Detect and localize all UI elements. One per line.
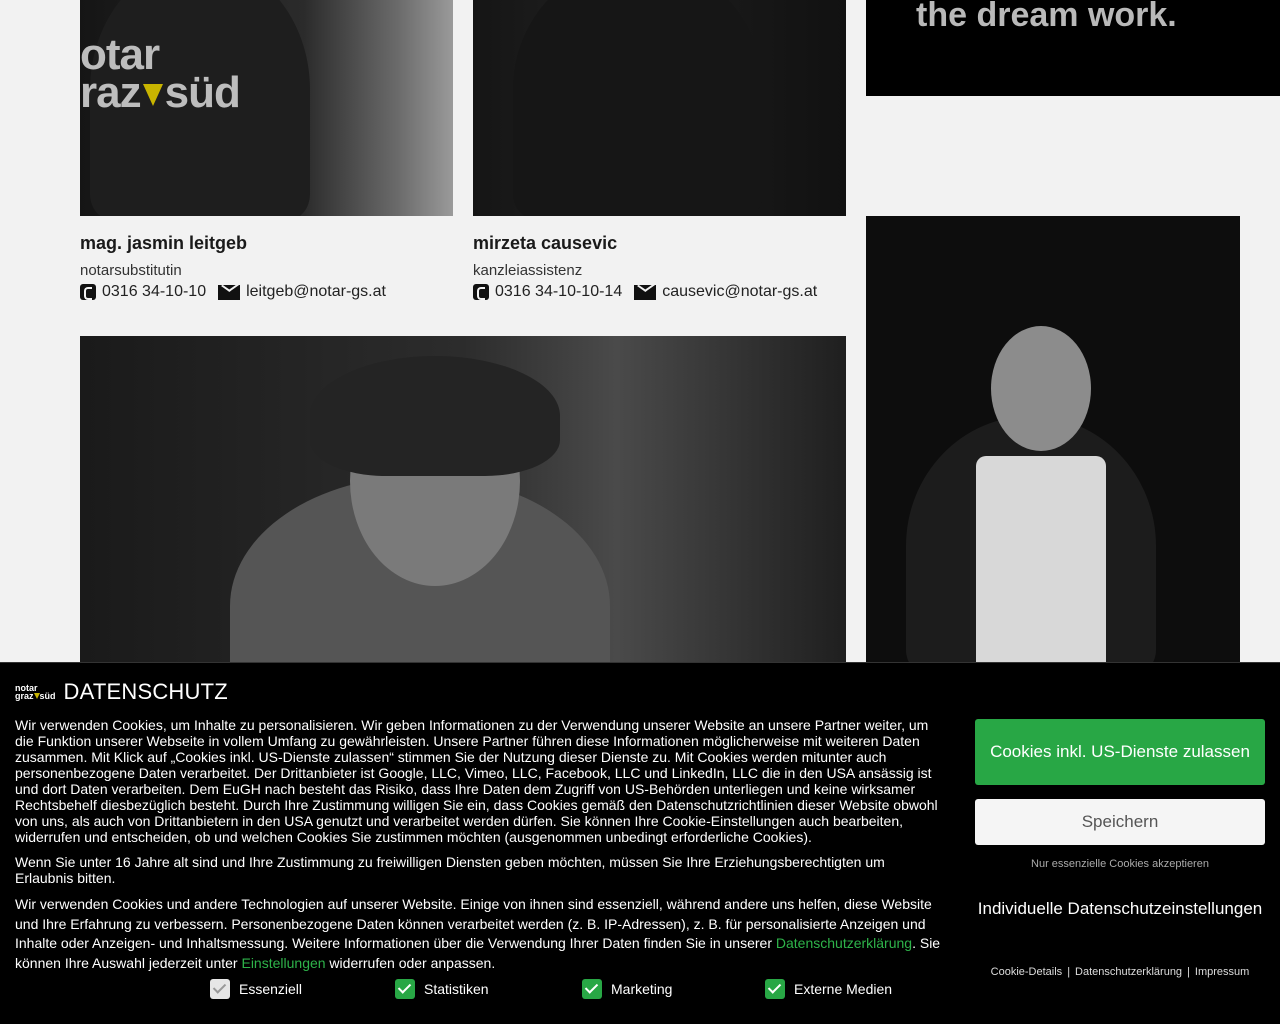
age-paragraph: Wenn Sie unter 16 Jahre alt sind und Ihr… bbox=[15, 854, 885, 886]
person-role: kanzleiassistenz bbox=[473, 262, 583, 279]
phone-link[interactable]: 0316 34-10-10 bbox=[102, 283, 206, 301]
checkbox-marketing[interactable]: Marketing bbox=[582, 979, 765, 999]
checkbox-externe-medien[interactable]: Externe Medien bbox=[765, 979, 892, 999]
save-button[interactable]: Speichern bbox=[975, 799, 1265, 845]
accept-essential-link[interactable]: Nur essenzielle Cookies akzeptieren bbox=[975, 858, 1265, 870]
mail-icon bbox=[218, 284, 241, 300]
checkbox-checked-icon bbox=[395, 979, 415, 999]
banner-logo: notar graz süd bbox=[15, 683, 56, 701]
banner-title: DATENSCHUTZ bbox=[63, 679, 228, 704]
person-card-causevic: mirzeta causevic kanzleiassistenz 0316 3… bbox=[473, 233, 817, 301]
cookie-banner: notar graz süd DATENSCHUTZ Wir verwenden … bbox=[0, 662, 1280, 1024]
mail-icon bbox=[634, 284, 657, 300]
separator: | bbox=[1187, 966, 1190, 978]
privacy-policy-link[interactable]: Datenschutzerklärung bbox=[776, 935, 912, 951]
technology-paragraph: Wir verwenden Cookies und andere Technol… bbox=[15, 896, 941, 971]
team-photo-large bbox=[80, 336, 846, 676]
person-card-leitgeb: mag. jasmin leitgeb notarsubstitutin 031… bbox=[80, 233, 386, 301]
email-link[interactable]: causevic@notar-gs.at bbox=[662, 283, 817, 301]
phone-link[interactable]: 0316 34-10-10-14 bbox=[495, 283, 622, 301]
checkbox-checked-icon bbox=[765, 979, 785, 999]
team-photo-causevic bbox=[473, 0, 846, 216]
separator: | bbox=[1067, 966, 1071, 978]
tagline: the dream work. bbox=[916, 0, 1177, 34]
consent-paragraph: Wir verwenden Cookies, um Inhalte zu per… bbox=[15, 717, 938, 845]
phone-icon bbox=[80, 284, 96, 300]
checkbox-checked-icon bbox=[210, 979, 230, 999]
privacy-link[interactable]: Datenschutzerklärung bbox=[1075, 966, 1182, 978]
accept-all-button[interactable]: Cookies inkl. US-Dienste zulassen bbox=[975, 719, 1265, 785]
checkbox-essenziell[interactable]: Essenziell bbox=[210, 979, 395, 999]
person-name: mag. jasmin leitgeb bbox=[80, 233, 248, 253]
checkbox-statistiken[interactable]: Statistiken bbox=[395, 979, 582, 999]
checkbox-checked-icon bbox=[582, 979, 602, 999]
triangle-icon bbox=[142, 84, 163, 107]
email-link[interactable]: leitgeb@notar-gs.at bbox=[246, 283, 386, 301]
individual-settings-link[interactable]: Individuelle Datenschutzeinstellungen bbox=[975, 899, 1265, 919]
person-name: mirzeta causevic bbox=[473, 233, 618, 253]
cookie-category-checkboxes: Essenziell Statistiken Marketing Externe… bbox=[210, 979, 892, 999]
banner-footer-links: Cookie-Details | Datenschutzerklärung | Impr… bbox=[975, 966, 1265, 978]
imprint-link[interactable]: Impressum bbox=[1195, 966, 1249, 978]
team-photo-right bbox=[866, 216, 1240, 676]
phone-icon bbox=[473, 284, 489, 300]
banner-text: Wir verwenden Cookies, um Inhalte zu per… bbox=[15, 717, 945, 982]
settings-link[interactable]: Einstellungen bbox=[241, 955, 325, 971]
cookie-details-link[interactable]: Cookie-Details bbox=[991, 966, 1063, 978]
notar-logo: otar raz süd bbox=[80, 30, 241, 117]
